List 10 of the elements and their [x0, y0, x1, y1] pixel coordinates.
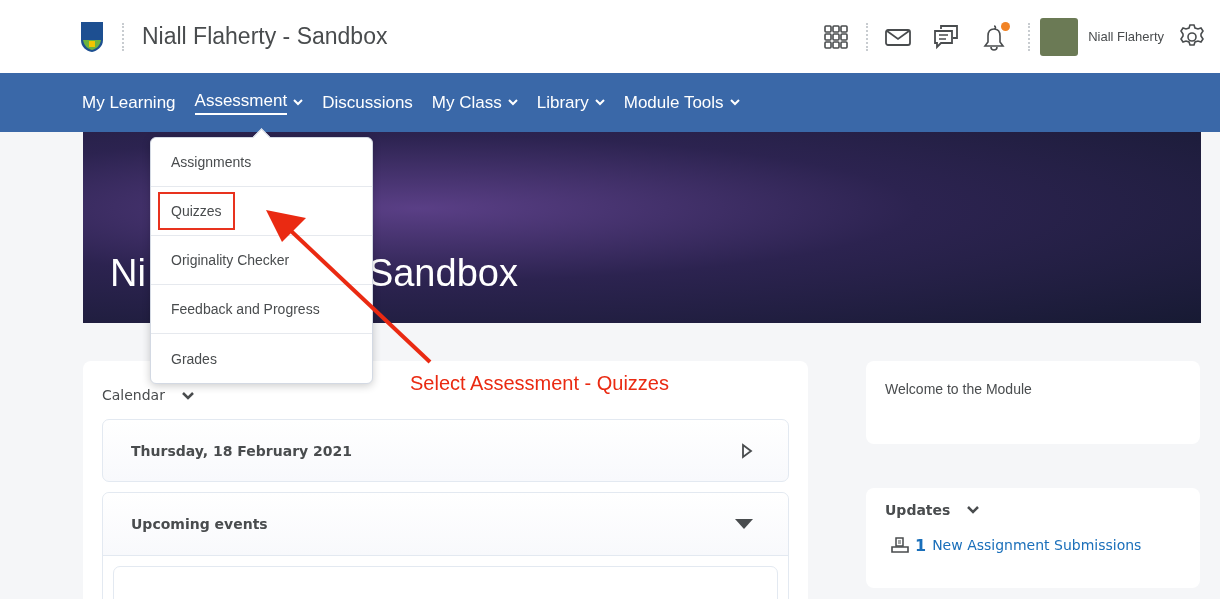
update-count: 1 [915, 535, 927, 555]
page-title: Niall Flaherty - Sandbox [142, 23, 389, 50]
annotation-text: Select Assessment - Quizzes [410, 372, 669, 395]
calendar-heading: Calendar [102, 387, 165, 403]
updates-heading: Updates [885, 501, 951, 518]
welcome-text: Welcome to the Module [885, 381, 1032, 397]
date-label: Thursday, 18 February 2021 [131, 442, 353, 459]
banner-title: Sandbox [367, 252, 518, 295]
banner-title: Ni [110, 252, 146, 295]
upcoming-label: Upcoming events [131, 516, 268, 532]
